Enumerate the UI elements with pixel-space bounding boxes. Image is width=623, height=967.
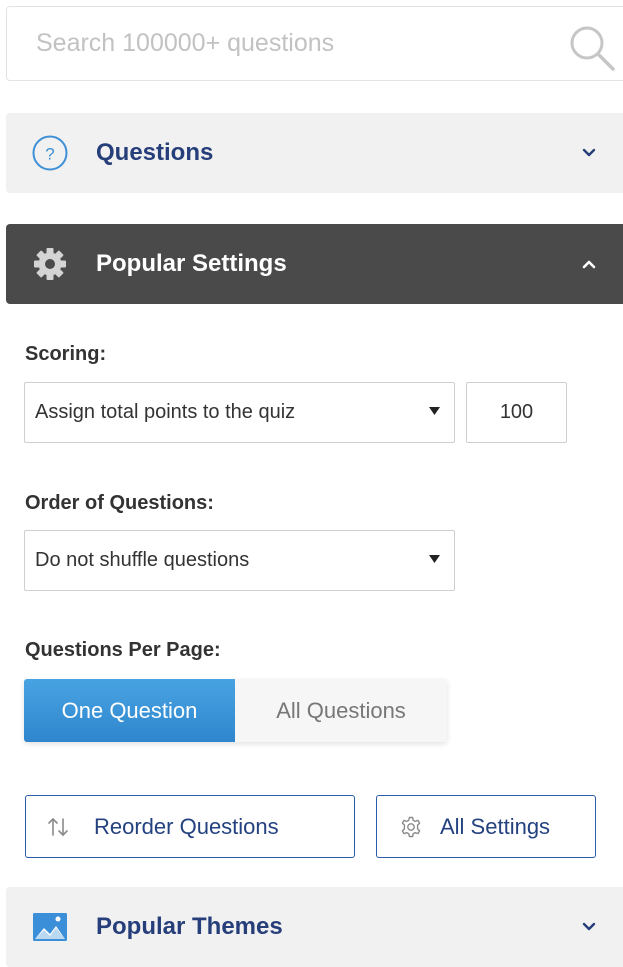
chevron-up-icon[interactable]: [578, 253, 600, 275]
dropdown-caret-icon: [429, 555, 440, 563]
questions-panel-header[interactable]: ? Questions: [6, 113, 623, 193]
search-input[interactable]: [7, 7, 623, 80]
dropdown-caret-icon: [429, 407, 440, 415]
popular-settings-panel-header[interactable]: Popular Settings: [6, 224, 623, 304]
popular-settings-panel-title: Popular Settings: [96, 250, 287, 277]
scoring-label: Scoring:: [25, 343, 107, 365]
image-icon: [33, 913, 67, 941]
gear-outline-icon: [401, 816, 421, 838]
order-label: Order of Questions:: [25, 492, 214, 514]
popular-themes-panel-title: Popular Themes: [96, 913, 283, 940]
reorder-questions-label: Reorder Questions: [94, 814, 279, 839]
all-settings-label: All Settings: [440, 814, 551, 839]
all-questions-option[interactable]: All Questions: [235, 679, 447, 742]
order-selected-value: Do not shuffle questions: [35, 549, 250, 571]
questions-panel-title: Questions: [96, 139, 214, 166]
gear-icon: [34, 248, 66, 280]
per-page-label: Questions Per Page:: [25, 639, 221, 661]
question-circle-icon: ?: [32, 135, 68, 171]
scoring-select[interactable]: Assign total points to the quiz: [24, 382, 455, 443]
chevron-down-icon[interactable]: [578, 916, 600, 938]
per-page-toggle: One Question All Questions: [24, 679, 447, 742]
total-points-input[interactable]: 100: [466, 382, 567, 443]
popular-themes-panel-header[interactable]: Popular Themes: [6, 887, 623, 967]
search-icon[interactable]: [567, 23, 617, 73]
reorder-questions-button[interactable]: Reorder Questions: [25, 795, 355, 858]
scoring-selected-value: Assign total points to the quiz: [35, 401, 296, 423]
all-settings-button[interactable]: All Settings: [376, 795, 596, 858]
chevron-down-icon[interactable]: [578, 142, 600, 164]
search-box[interactable]: [6, 6, 623, 81]
svg-text:?: ?: [45, 145, 54, 164]
sort-arrows-icon: [48, 818, 68, 836]
one-question-option[interactable]: One Question: [24, 679, 235, 742]
order-select[interactable]: Do not shuffle questions: [24, 530, 455, 591]
